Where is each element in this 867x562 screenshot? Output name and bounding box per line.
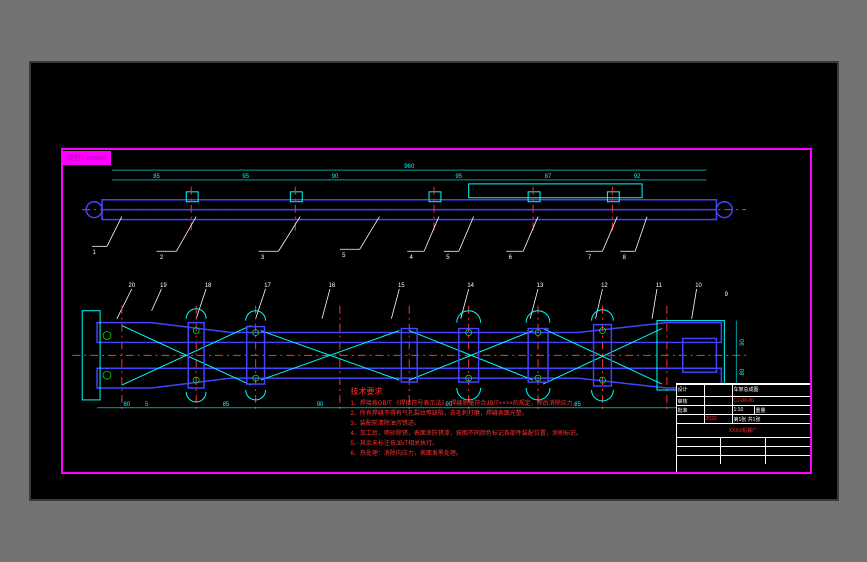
tb-drawing-no: CJ-00-00 [733,397,810,405]
svg-text:14: 14 [467,283,474,289]
svg-text:85: 85 [153,174,160,180]
svg-text:10: 10 [695,283,702,289]
tb-checker-label: 审核 [677,397,705,405]
cad-viewport[interactable]: 模型|Layout1 960 85 95 90 95 87 92 1 2 3 5… [29,61,839,501]
svg-text:7: 7 [587,255,590,261]
note-line: 3、装配前清除油污锈迹。 [351,419,582,429]
svg-text:80: 80 [740,368,746,375]
svg-text:5: 5 [144,402,148,408]
svg-text:2: 2 [159,255,162,261]
note-line: 1、焊接按GB/T 《焊接符号表示法》，焊缝质量符合JB/T××××的规定，焊后… [351,399,582,409]
svg-text:92: 92 [633,174,640,180]
svg-text:3: 3 [260,255,264,261]
svg-text:18: 18 [204,283,211,289]
svg-text:80: 80 [123,402,130,408]
notes-title: 技术要求 [351,387,582,397]
svg-text:19: 19 [160,283,167,289]
svg-text:13: 13 [536,283,543,289]
svg-text:5: 5 [342,253,346,259]
note-line: 5、其余未标注按JB/T相关执行。 [351,439,582,449]
title-block: 设计 车架总成图 审核 CJ-00-00 批准 1:10 重量 2020 第1张… [676,383,811,473]
svg-text:85: 85 [222,402,229,408]
svg-text:1: 1 [92,250,96,256]
svg-text:87: 87 [544,174,551,180]
svg-text:9: 9 [724,292,728,298]
svg-text:12: 12 [601,283,608,289]
svg-text:90: 90 [331,174,338,180]
dim-span: 960 [404,164,415,170]
svg-text:6: 6 [508,255,512,261]
technical-notes: 技术要求 1、焊接按GB/T 《焊接符号表示法》，焊缝质量符合JB/T××××的… [351,387,582,459]
tb-company: XXXX机械厂 [677,424,810,437]
svg-text:90: 90 [316,402,323,408]
svg-text:95: 95 [455,174,462,180]
note-line: 2、所有焊缝不得有气孔裂纹等缺陷，去毛刺打磨，焊缝表面光整。 [351,409,582,419]
svg-text:8: 8 [622,255,626,261]
svg-text:15: 15 [397,283,404,289]
svg-text:16: 16 [328,283,335,289]
svg-text:95: 95 [242,174,249,180]
svg-text:11: 11 [655,283,662,289]
svg-text:4: 4 [409,255,413,261]
tb-approver-label: 批准 [677,406,705,414]
svg-text:17: 17 [264,283,271,289]
tb-designer-label: 设计 [677,385,705,396]
svg-text:5: 5 [446,255,450,261]
note-line: 6、热处理：消除内应力，表面发黑处理。 [351,449,582,459]
svg-text:90: 90 [740,338,746,345]
note-line: 4、加工后，喷砂除锈，表面涂防锈漆，按图不同颜色标记各部件装配位置，涂刷标识。 [351,429,582,439]
svg-text:20: 20 [128,283,135,289]
tb-part-name: 车架总成图 [733,385,810,396]
